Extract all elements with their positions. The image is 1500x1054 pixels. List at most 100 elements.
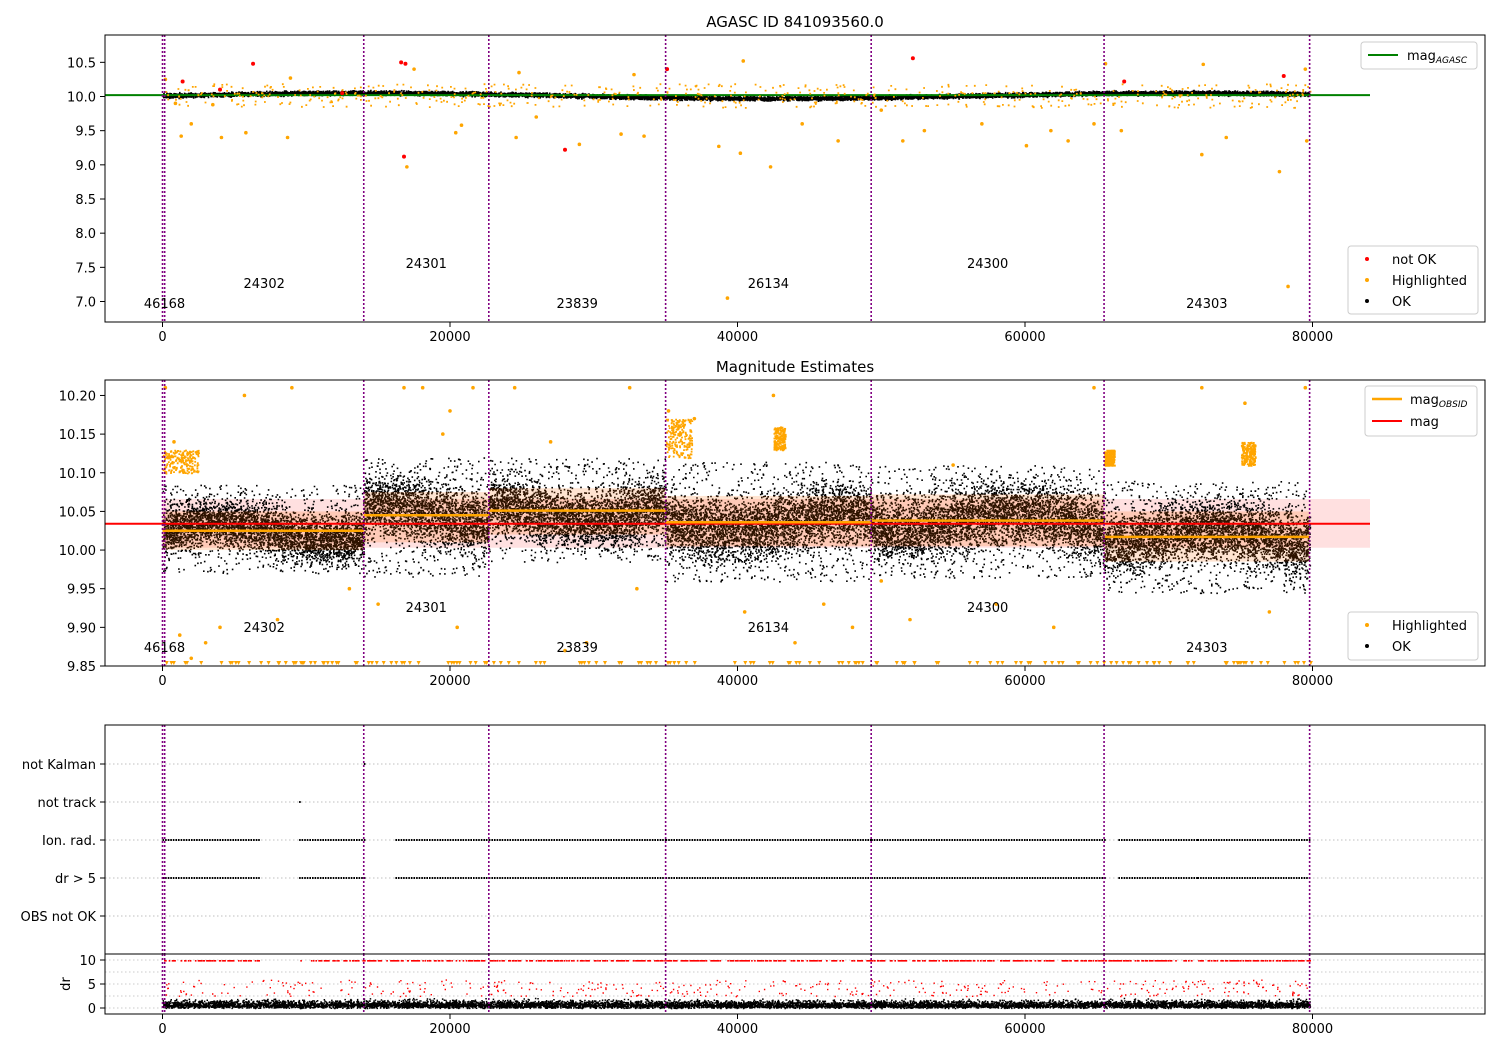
agasc-highlighted-point	[1092, 122, 1096, 126]
magnitude-ytick-label: 10.00	[59, 544, 96, 559]
magnitude-highlighted-point	[742, 610, 747, 614]
agasc-highlighted-point	[517, 70, 521, 75]
agasc-xtick-label: 60000	[1004, 330, 1045, 345]
magnitude-highlighted-point	[441, 432, 445, 436]
magnitude-ytick-label: 10.20	[59, 389, 96, 404]
agasc-not-ok-point	[218, 87, 222, 92]
magnitude-highlighted-point	[850, 625, 855, 630]
magnitude-highlighted-point	[1092, 385, 1096, 390]
flags-row-points	[299, 801, 301, 803]
agasc-xtick-label: 80000	[1292, 330, 1333, 345]
magnitude-ytick-label: 9.90	[67, 621, 96, 636]
flags-row-label: not track	[37, 796, 96, 811]
agasc-highlighted-point	[738, 151, 743, 156]
magnitude-xtick-label: 0	[158, 674, 166, 689]
magnitude-xtick-label: 80000	[1292, 674, 1333, 689]
agasc-ytick-label: 10.5	[67, 56, 96, 71]
magnitude-legend-top: magOBSID mag	[1364, 385, 1478, 437]
agasc-highlighted-point	[632, 72, 636, 77]
agasc-ytick-label: 9.5	[75, 125, 96, 140]
magnitude-highlighted-point	[1267, 610, 1272, 614]
figure-svg: AGASC ID 841093560.0 46168 24302 24301 2383…	[0, 0, 1500, 1050]
magnitude-ytick-label: 10.15	[59, 428, 96, 443]
agasc-highlighted-point	[189, 122, 194, 126]
magnitude-highlighted-point	[290, 385, 294, 390]
magnitude-highlighted-point	[420, 385, 425, 390]
agasc-highlighted-point	[1286, 284, 1290, 289]
flags-row-label: not Kalman	[22, 758, 96, 773]
magnitude-obsid-label: 24301	[406, 601, 447, 616]
legend-not-ok-label: not OK	[1392, 253, 1437, 268]
agasc-highlighted-point	[619, 132, 623, 136]
magnitude-highlighted-point	[951, 463, 955, 467]
magnitude-highlighted-point	[666, 409, 671, 413]
magnitude-highlighted-point	[793, 641, 797, 645]
agasc-highlighted-point	[717, 144, 721, 149]
agasc-highlighted-point	[459, 123, 464, 127]
agasc-obsid-label: 24302	[244, 277, 285, 292]
agasc-not-ok-point	[399, 60, 404, 65]
dr-xtick-label: 20000	[429, 1022, 470, 1037]
dr-ytick-label: 10	[79, 954, 96, 969]
agasc-xtick-label: 40000	[717, 330, 758, 345]
agasc-not-ok-point	[180, 79, 185, 84]
agasc-not-ok-point	[910, 56, 915, 61]
agasc-highlighted-point	[219, 135, 224, 140]
magnitude-obsid-box	[363, 492, 489, 543]
magnitude-highlighted-point	[512, 385, 517, 390]
magnitude-obsid-label: 24303	[1186, 641, 1227, 656]
agasc-highlighted-point	[642, 134, 646, 138]
agasc-highlighted-point	[741, 59, 746, 63]
magnitude-highlighted-point	[455, 625, 459, 630]
agasc-highlighted-point	[1277, 169, 1282, 174]
agasc-panel-title: AGASC ID 841093560.0	[706, 13, 884, 31]
agasc-highlighted-point	[577, 142, 582, 147]
dr-ylabel: dr	[59, 977, 74, 991]
agasc-highlighted-point	[1024, 143, 1029, 148]
dr-xtick-label: 80000	[1292, 1022, 1333, 1037]
magnitude-obsid-label: 24300	[967, 601, 1008, 616]
agasc-highlighted-point	[836, 139, 840, 143]
magnitude-highlighted-point	[1200, 385, 1204, 390]
legend-ok-label: OK	[1392, 295, 1411, 310]
agasc-obsid-label: 24300	[967, 257, 1008, 272]
dr-xtick-label: 0	[158, 1022, 166, 1037]
agasc-highlighted-point	[1200, 152, 1204, 157]
magnitude-highlighted-point	[627, 385, 632, 390]
magnitude-highlighted-point	[879, 579, 884, 583]
agasc-obsid-label: 26134	[748, 277, 789, 292]
magnitude-xtick-label: 40000	[717, 674, 758, 689]
agasc-ytick-label: 8.0	[75, 227, 96, 242]
agasc-not-ok-point	[251, 61, 256, 66]
magnitude-highlighted-point	[189, 656, 194, 661]
magnitude-highlighted-point	[167, 455, 172, 460]
flags-row-label: OBS not OK	[21, 910, 97, 925]
magnitude-highlighted-point	[1051, 625, 1056, 630]
magnitude-highlighted-point	[471, 385, 475, 390]
agasc-highlighted-point	[1304, 139, 1309, 143]
agasc-highlighted-point	[179, 134, 183, 138]
agasc-highlighted-point	[1224, 135, 1229, 140]
agasc-highlighted-point	[800, 122, 804, 126]
agasc-highlighted-point	[211, 102, 215, 107]
magnitude-highlighted-point	[548, 440, 553, 444]
magnitude-highlighted-point	[177, 633, 182, 637]
agasc-not-ok-point	[402, 154, 406, 159]
magnitude-obsid-label: 23839	[557, 641, 598, 656]
magnitude-highlighted-point	[1303, 385, 1308, 390]
agasc-highlighted-point	[453, 130, 458, 135]
magnitude-highlighted-point	[635, 586, 639, 591]
agasc-highlighted-point	[768, 165, 773, 169]
agasc-ytick-label: 8.5	[75, 193, 96, 208]
magnitude-highlighted-point	[908, 617, 912, 622]
agasc-highlighted-point	[514, 135, 518, 140]
magnitude-legend-mag-label: mag	[1410, 415, 1439, 430]
dr-ytick-label: 0	[88, 1002, 96, 1017]
agasc-not-ok-point	[563, 147, 567, 152]
agasc-highlighted-point	[244, 130, 248, 135]
magnitude-xtick-label: 20000	[429, 674, 470, 689]
magnitude-legend-ok-label: OK	[1392, 640, 1411, 655]
magnitude-xtick-label: 60000	[1004, 674, 1045, 689]
magnitude-panel-title: Magnitude Estimates	[716, 358, 874, 376]
figure: AGASC ID 841093560.0 46168 24302 24301 2383…	[0, 0, 1500, 1050]
